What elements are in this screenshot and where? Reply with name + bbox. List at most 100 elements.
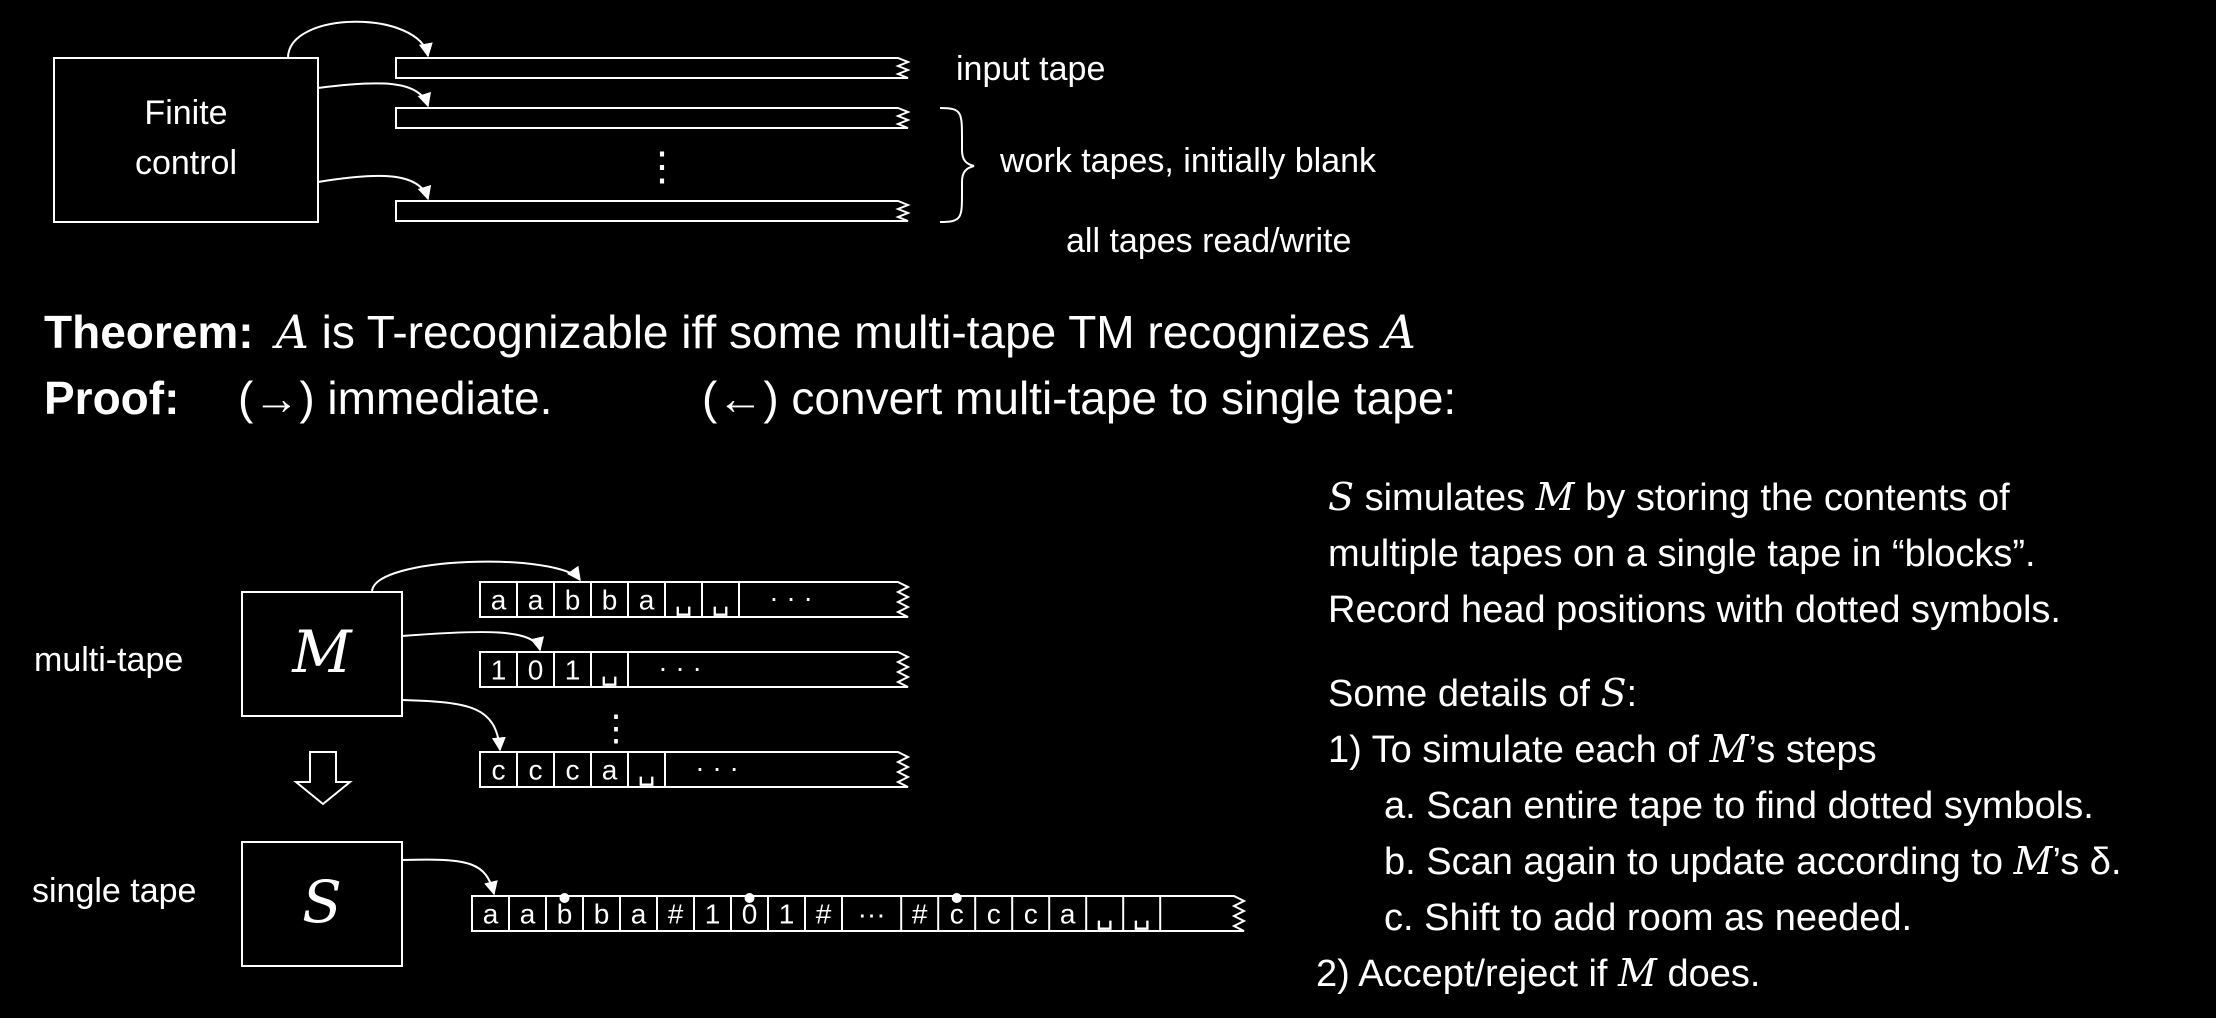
tape-cell-symbol: c xyxy=(566,754,580,785)
theorem-block: Theorem: A is T-recognizable iff some mul… xyxy=(44,305,1456,424)
finite-control-label-2: control xyxy=(135,144,237,182)
tape1-cells: a a b b a ␣ ␣ · · · xyxy=(491,582,813,617)
theorem-label: Theorem: xyxy=(44,306,254,358)
tape-cell-symbol: ··· xyxy=(858,898,886,929)
theorem-var-a: A xyxy=(272,305,309,359)
theorem-var-a2: A xyxy=(1379,305,1416,359)
explain-text-1: simulates xyxy=(1354,477,1536,519)
tape-cell-symbol: a xyxy=(528,584,544,615)
step-1: 1) To simulate each of M’s steps xyxy=(1328,727,1877,771)
s-head-arrow xyxy=(401,858,498,896)
tape2-cells: 1 0 1 ␣ · · · xyxy=(491,652,702,687)
tape-cell-symbol: c xyxy=(492,754,506,785)
tape-cell-symbol: ␣ xyxy=(1133,898,1151,930)
work2-head-arrow xyxy=(317,174,432,201)
multi-tape-label: multi-tape xyxy=(34,641,183,679)
tape-cell-symbol: c xyxy=(987,898,1001,929)
step1-prefix: 1) To simulate each of xyxy=(1328,729,1710,771)
explanation: S simulates M by storing the contents of… xyxy=(1316,475,2122,995)
tape-cell-symbol: b xyxy=(602,584,618,615)
tape-cell-symbol: 1 xyxy=(779,898,795,929)
tape-cell-symbol: ␣ xyxy=(601,654,619,686)
theorem-text: is T-recognizable iff some multi-tape TM… xyxy=(309,306,1383,358)
tape-cell-symbol: a xyxy=(520,898,536,929)
tape-cell-symbol: a xyxy=(602,754,618,785)
tape-cell-symbol: c xyxy=(529,754,543,785)
conversion-arrow xyxy=(293,751,353,806)
tape-cell-symbol: a xyxy=(639,584,655,615)
proof-line: Proof: xyxy=(44,372,179,424)
work-tapes-label: work tapes, initially blank xyxy=(999,142,1377,180)
tape-cell-symbol: # xyxy=(668,898,684,929)
tape3-cells: c c c a ␣ · · · xyxy=(492,752,739,787)
bottom-diagram: multi-tape single tape M S a a b b a ␣ ␣ · · · … xyxy=(32,560,1247,967)
step-b-suffix: ’s δ. xyxy=(2052,841,2121,883)
explain-line-2: multiple tapes on a single tape in “bloc… xyxy=(1328,533,2036,575)
finite-control-box xyxy=(53,57,319,223)
theorem-line: Theorem: A is T-recognizable iff some mul… xyxy=(44,305,1416,359)
details-prefix: Some details of xyxy=(1328,673,1600,715)
multi-tape-3 xyxy=(479,751,911,788)
step-c: c. Shift to add room as needed. xyxy=(1384,897,1912,939)
explain-text-2: by storing the contents of xyxy=(1575,477,2011,519)
step-2: 2) Accept/reject if M does. xyxy=(1316,951,1760,995)
step2-suffix: does. xyxy=(1657,953,1761,995)
tape-cell-symbol: ␣ xyxy=(712,584,730,616)
tape-cell-symbol: # xyxy=(912,898,928,929)
explain-line-1: S simulates M by storing the contents of xyxy=(1328,475,2010,519)
machine-s-label: S xyxy=(302,868,342,936)
work-tape-2 xyxy=(395,200,911,222)
details-heading: Some details of S: xyxy=(1328,671,1637,715)
work-tape-1 xyxy=(395,107,911,129)
input-head-arrow xyxy=(287,20,433,59)
explain-var-m: M xyxy=(1535,475,1576,519)
tape-cell-symbol: b xyxy=(594,898,610,929)
tape-cell-symbol: ␣ xyxy=(1096,898,1114,930)
head-position-dot xyxy=(744,893,755,903)
bottom-vdots: ⋮ xyxy=(598,707,634,748)
tape-cell-symbol: b xyxy=(565,584,581,615)
diagram-canvas: Finite control ⋮ input tape work tapes, … xyxy=(32,20,2122,995)
input-tape-label: input tape xyxy=(956,50,1105,88)
tape-cell-symbol: 0 xyxy=(528,654,544,685)
tape-cell-symbol: # xyxy=(816,898,832,929)
input-tape xyxy=(395,57,911,79)
top-diagram: Finite control ⋮ input tape work tapes, … xyxy=(53,20,1377,260)
step-b-prefix: b. Scan again to update according to xyxy=(1384,841,2014,883)
m-tape3-head-arrow xyxy=(401,699,506,752)
step1-var: M xyxy=(1709,727,1750,771)
tape-cell-symbol: a xyxy=(631,898,647,929)
step2-var: M xyxy=(1617,951,1658,995)
tape-cell-symbol: 1 xyxy=(491,654,507,685)
single-tape-label: single tape xyxy=(32,872,196,910)
proof-label: Proof: xyxy=(44,372,179,424)
step2-prefix: 2) Accept/reject if xyxy=(1316,953,1618,995)
explain-var-s: S xyxy=(1328,475,1354,519)
proof-forward: (→) immediate. xyxy=(238,372,552,424)
m-tape1-head-arrow xyxy=(371,560,581,593)
finite-control-label-1: Finite xyxy=(144,94,227,132)
machine-m-label: M xyxy=(291,618,353,686)
step-b: b. Scan again to update according to M’s… xyxy=(1384,839,2122,883)
tape-cell-symbol: a xyxy=(1060,898,1076,929)
details-var: S xyxy=(1600,671,1626,715)
tape-cell-symbol: ␣ xyxy=(675,584,693,616)
head-position-dot xyxy=(559,893,570,903)
tape-ellipsis: · · · xyxy=(769,582,813,613)
tape-ellipsis: · · · xyxy=(695,752,739,783)
single-tape-cells: a a b b a #1 0 1 # ··· # c c c a ␣ ␣ xyxy=(483,893,1162,931)
tape-cell-symbol: a xyxy=(491,584,507,615)
step1-suffix: ’s steps xyxy=(1749,729,1877,771)
tape-cell-symbol: a xyxy=(483,898,499,929)
m-tape2-head-arrow xyxy=(401,630,545,652)
head-position-dot xyxy=(951,893,962,903)
top-vdots: ⋮ xyxy=(642,145,682,189)
tape-ellipsis: · · · xyxy=(658,652,702,683)
explain-line-3: Record head positions with dotted symbol… xyxy=(1328,589,2061,631)
tape-cell-symbol: 1 xyxy=(705,898,721,929)
multi-tape-1 xyxy=(479,581,911,618)
step-a: a. Scan entire tape to find dotted symbo… xyxy=(1384,785,2094,827)
proof-backward: (←) convert multi-tape to single tape: xyxy=(702,372,1456,424)
all-tapes-label: all tapes read/write xyxy=(1066,222,1351,260)
step-b-var: M xyxy=(2013,839,2054,883)
